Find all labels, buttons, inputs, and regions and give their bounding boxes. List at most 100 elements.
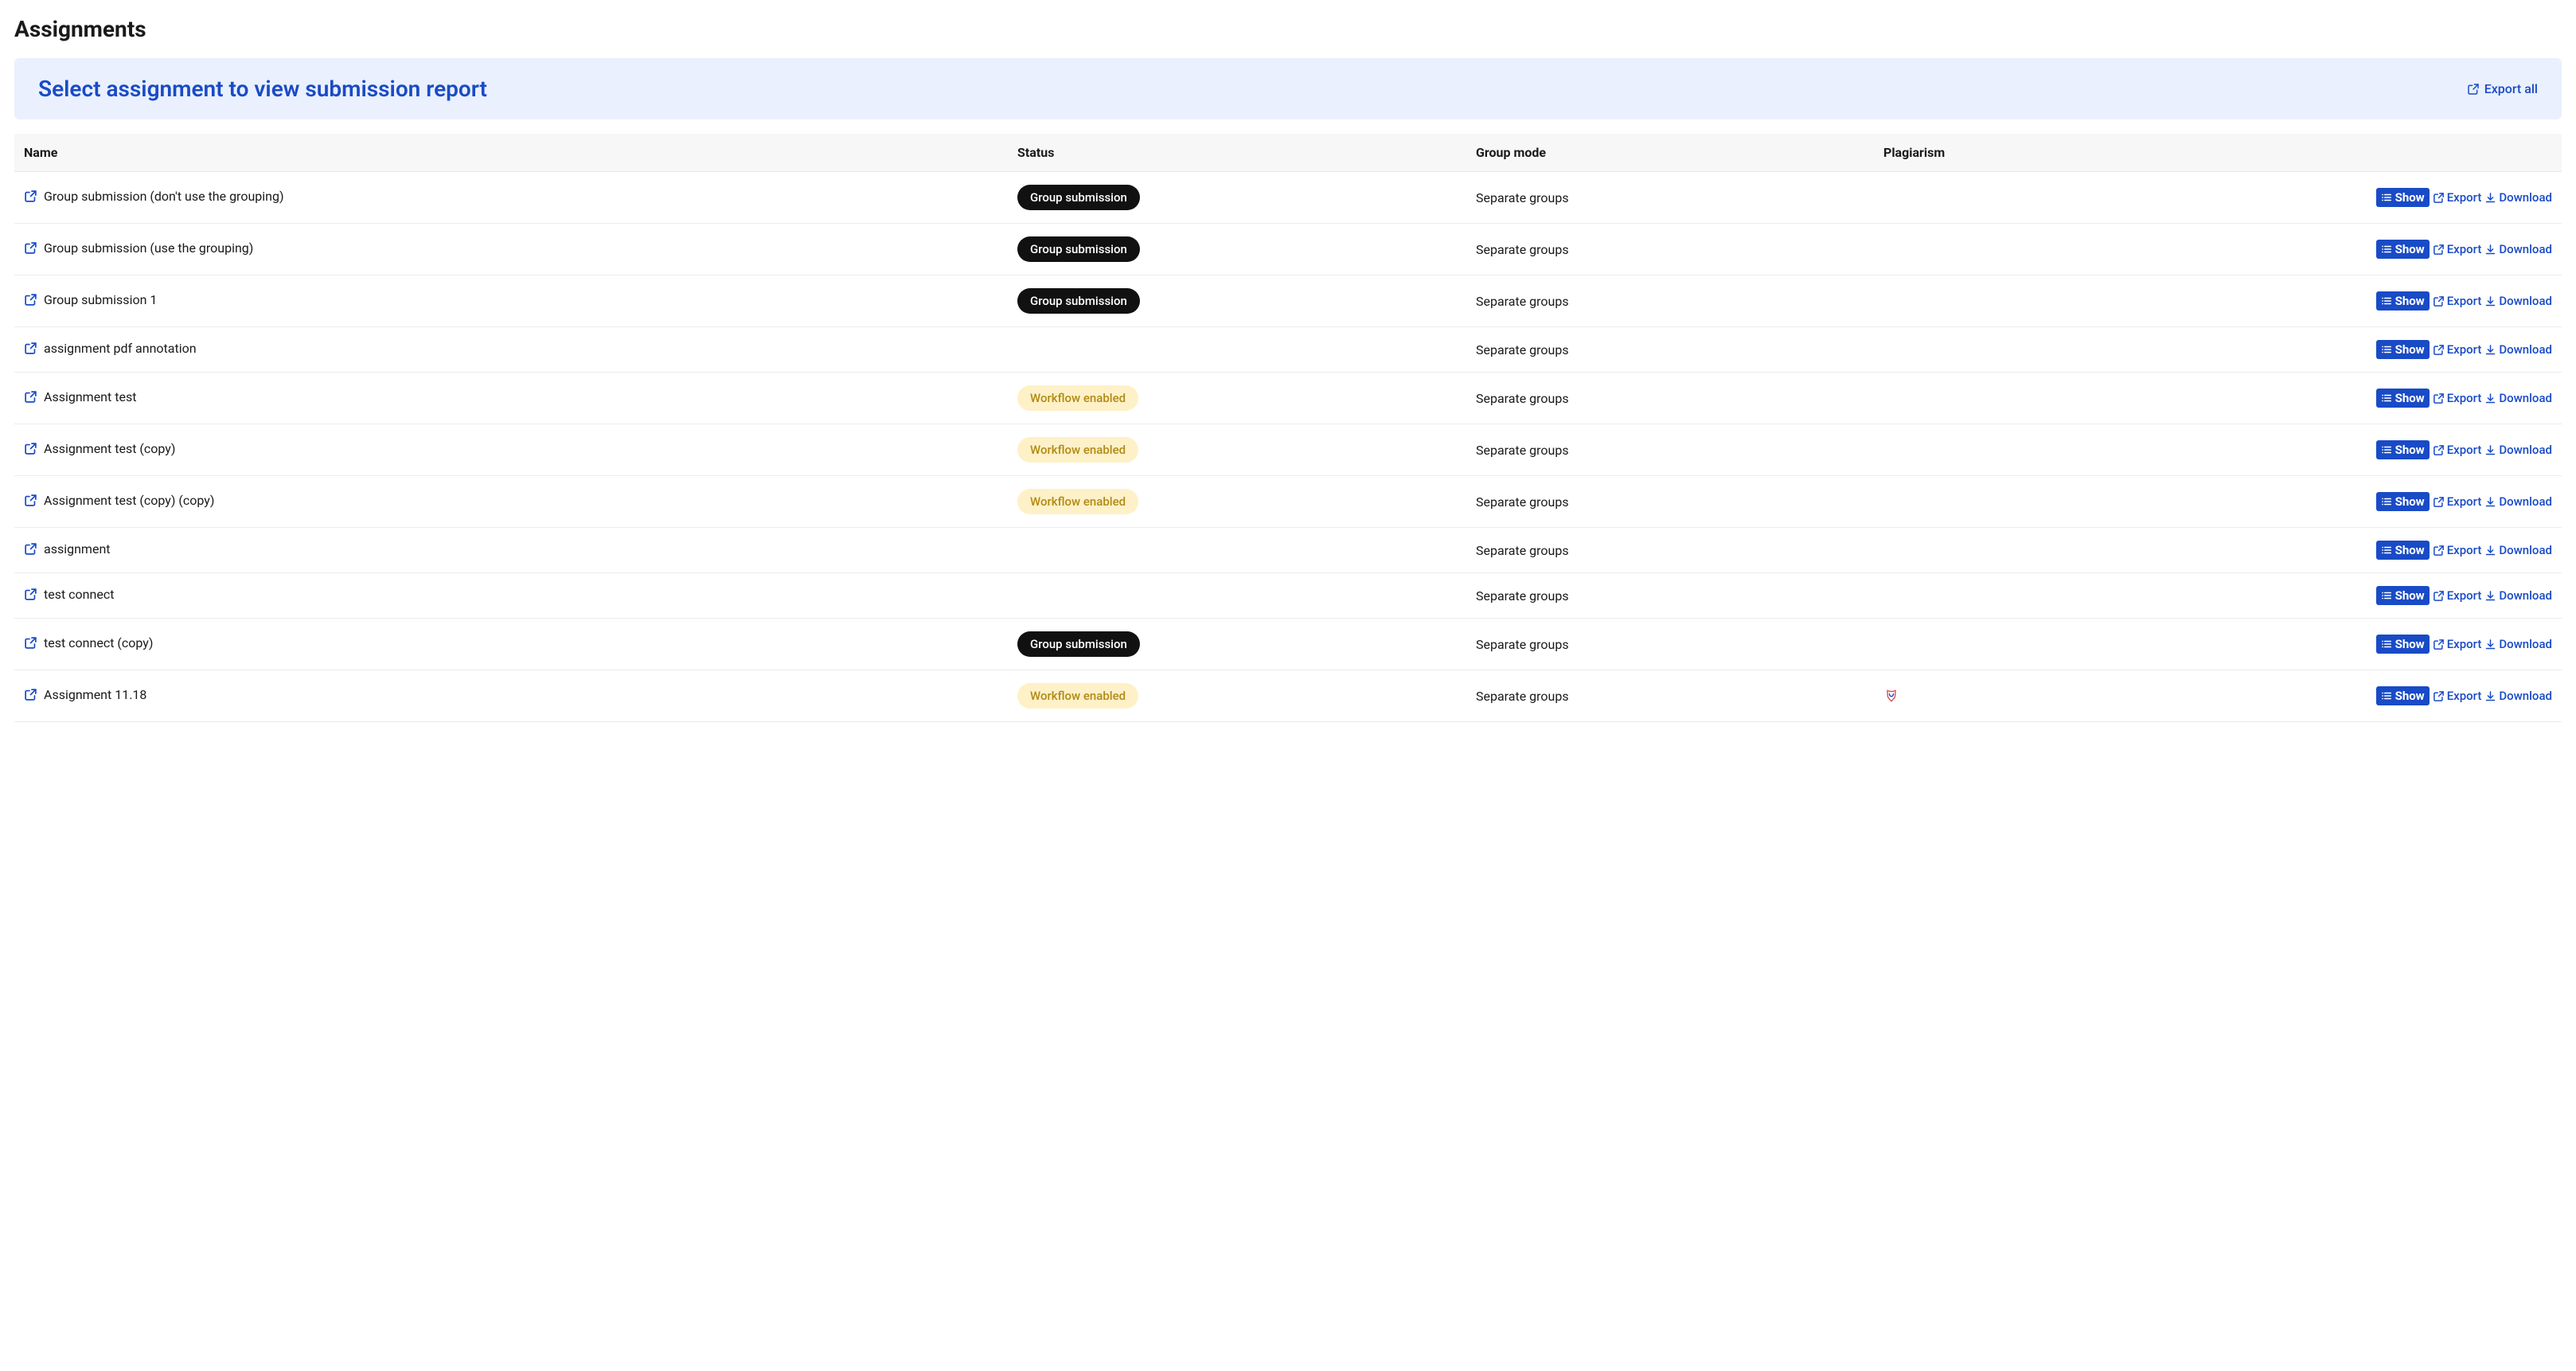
export-icon [2433, 344, 2445, 356]
assignment-name: Group submission (use the grouping) [44, 240, 253, 256]
group-mode-cell: Separate groups [1466, 373, 1874, 424]
external-link-icon [24, 494, 37, 507]
assignment-link[interactable]: assignment [24, 541, 111, 557]
download-button[interactable]: Download [2484, 588, 2552, 603]
show-button[interactable]: Show [2376, 492, 2430, 511]
column-header-name[interactable]: Name [14, 134, 1008, 172]
download-label: Download [2499, 342, 2552, 357]
download-button[interactable]: Download [2484, 190, 2552, 205]
group-mode-cell: Separate groups [1466, 275, 1874, 327]
export-button[interactable]: Export [2433, 242, 2482, 256]
export-icon [2467, 83, 2480, 96]
table-row: test connect (copy)Group submissionSepar… [14, 619, 2562, 670]
status-badge-workflow-enabled: Workflow enabled [1017, 385, 1138, 411]
group-mode-cell: Separate groups [1466, 528, 1874, 573]
download-button[interactable]: Download [2484, 637, 2552, 651]
external-link-icon [24, 390, 37, 404]
download-button[interactable]: Download [2484, 294, 2552, 308]
download-icon [2484, 295, 2496, 307]
group-mode-cell: Separate groups [1466, 424, 1874, 476]
export-button[interactable]: Export [2433, 443, 2482, 457]
column-header-status[interactable]: Status [1008, 134, 1466, 172]
show-button[interactable]: Show [2376, 389, 2430, 408]
banner-title: Select assignment to view submission rep… [38, 76, 487, 102]
download-label: Download [2499, 637, 2552, 651]
show-button[interactable]: Show [2376, 340, 2430, 359]
list-icon [2381, 639, 2392, 650]
external-link-icon [24, 542, 37, 556]
table-row: Group submission 1 Group submission Separa… [14, 275, 2562, 327]
download-button[interactable]: Download [2484, 342, 2552, 357]
table-row: Group submission (don't use the grouping… [14, 172, 2562, 224]
status-badge-workflow-enabled: Workflow enabled [1017, 489, 1138, 514]
download-button[interactable]: Download [2484, 494, 2552, 509]
show-button[interactable]: Show [2376, 188, 2430, 207]
assignment-name: test connect [44, 587, 114, 602]
group-mode-cell: Separate groups [1466, 573, 1874, 619]
group-mode-cell: Separate groups [1466, 327, 1874, 373]
export-label: Export [2447, 391, 2482, 405]
show-label: Show [2395, 190, 2425, 205]
group-mode-cell: Separate groups [1466, 476, 1874, 528]
assignment-link[interactable]: assignment pdf annotation [24, 341, 197, 356]
download-icon [2484, 393, 2496, 404]
group-mode-cell: Separate groups [1466, 619, 1874, 670]
show-label: Show [2395, 689, 2425, 703]
export-button[interactable]: Export [2433, 391, 2482, 405]
export-all-button[interactable]: Export all [2467, 81, 2538, 96]
show-button[interactable]: Show [2376, 586, 2430, 605]
list-icon [2381, 690, 2392, 701]
assignment-link[interactable]: test connect [24, 587, 114, 602]
show-button[interactable]: Show [2376, 440, 2430, 459]
assignment-link[interactable]: Group submission (don't use the grouping… [24, 189, 284, 204]
assignment-link[interactable]: Assignment test [24, 389, 136, 404]
show-label: Show [2395, 242, 2425, 256]
show-label: Show [2395, 443, 2425, 457]
show-label: Show [2395, 391, 2425, 405]
export-label: Export [2447, 637, 2482, 651]
show-button[interactable]: Show [2376, 635, 2430, 654]
export-label: Export [2447, 242, 2482, 256]
download-icon [2484, 639, 2496, 650]
download-button[interactable]: Download [2484, 689, 2552, 703]
show-label: Show [2395, 543, 2425, 557]
status-badge-group-submission: Group submission [1017, 288, 1140, 314]
assignment-link[interactable]: Group submission 1 [24, 292, 157, 307]
external-link-icon [24, 636, 37, 650]
export-icon [2433, 244, 2445, 256]
export-button[interactable]: Export [2433, 637, 2482, 651]
assignment-link[interactable]: Assignment 11.18 [24, 687, 146, 702]
assignment-link[interactable]: Group submission (use the grouping) [24, 240, 253, 256]
export-button[interactable]: Export [2433, 689, 2482, 703]
export-button[interactable]: Export [2433, 190, 2482, 205]
show-button[interactable]: Show [2376, 541, 2430, 560]
download-button[interactable]: Download [2484, 543, 2552, 557]
export-button[interactable]: Export [2433, 588, 2482, 603]
assignment-name: Assignment test [44, 389, 136, 404]
export-button[interactable]: Export [2433, 494, 2482, 509]
show-button[interactable]: Show [2376, 291, 2430, 311]
column-header-plagiarism[interactable]: Plagiarism [1874, 134, 2154, 172]
download-icon [2484, 244, 2496, 256]
export-button[interactable]: Export [2433, 294, 2482, 308]
assignment-link[interactable]: test connect (copy) [24, 635, 153, 650]
list-icon [2381, 590, 2392, 601]
assignment-name: Assignment test (copy) [44, 441, 175, 456]
download-label: Download [2499, 543, 2552, 557]
download-button[interactable]: Download [2484, 443, 2552, 457]
page-title: Assignments [14, 16, 2562, 42]
download-button[interactable]: Download [2484, 391, 2552, 405]
download-label: Download [2499, 294, 2552, 308]
show-button[interactable]: Show [2376, 240, 2430, 259]
export-button[interactable]: Export [2433, 342, 2482, 357]
assignment-link[interactable]: Assignment test (copy) [24, 441, 175, 456]
status-badge-workflow-enabled: Workflow enabled [1017, 437, 1138, 463]
list-icon [2381, 244, 2392, 255]
export-button[interactable]: Export [2433, 543, 2482, 557]
show-button[interactable]: Show [2376, 686, 2430, 705]
assignment-link[interactable]: Assignment test (copy) (copy) [24, 493, 214, 508]
download-label: Download [2499, 443, 2552, 457]
download-button[interactable]: Download [2484, 242, 2552, 256]
list-icon [2381, 444, 2392, 455]
column-header-group-mode[interactable]: Group mode [1466, 134, 1874, 172]
